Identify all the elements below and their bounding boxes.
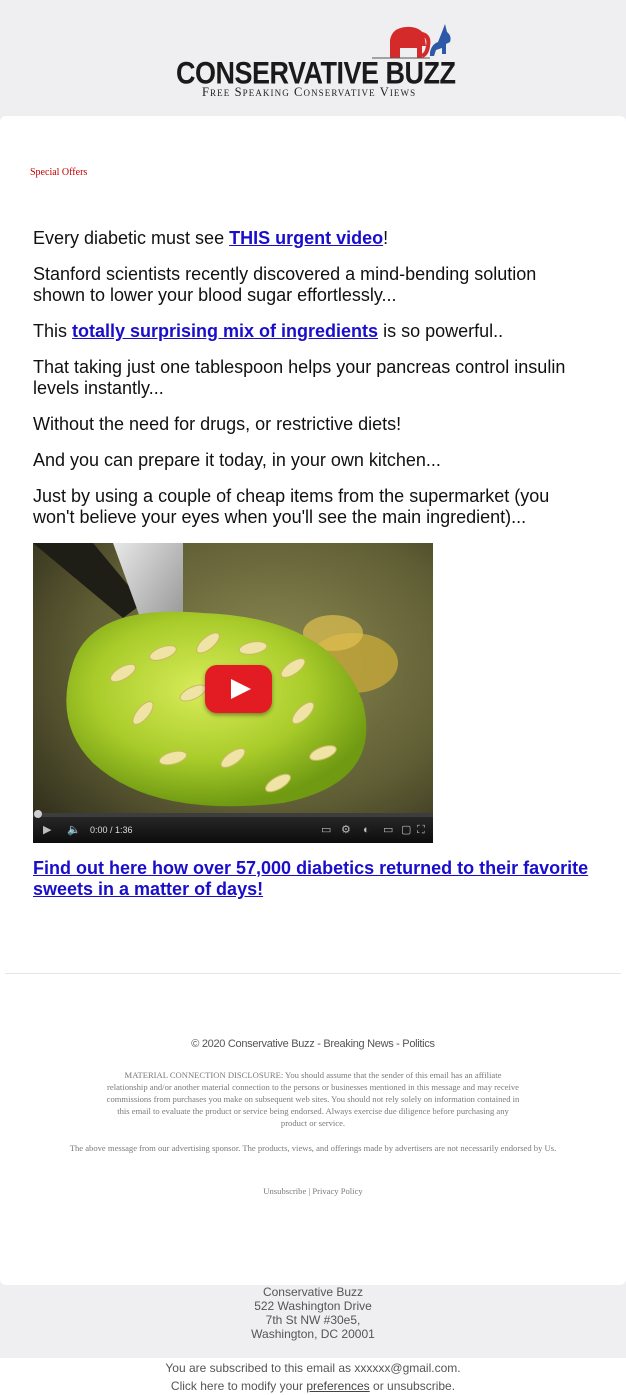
email-content: Every diabetic must see THIS urgent vide…	[33, 228, 593, 543]
annotations-icon[interactable]: ◐	[363, 823, 370, 837]
preferences-link[interactable]: preferences	[306, 1379, 369, 1393]
address-name: Conservative Buzz	[262, 1285, 364, 1299]
logo-tagline: Free Speaking Conservative Views	[202, 85, 417, 99]
address-line-3: Washington, DC 20001	[251, 1327, 375, 1341]
video-time: 0:00 / 1:36	[90, 825, 133, 835]
paragraph-7: Just by using a couple of cheap items fr…	[33, 486, 550, 527]
ingredients-link[interactable]: totally surprising mix of ingredients	[72, 321, 378, 341]
paragraph-5: Without the need for drugs, or restricti…	[33, 414, 402, 434]
copyright: © 2020 Conservative Buzz - Breaking News…	[191, 1038, 435, 1050]
link-separator: |	[308, 1186, 311, 1196]
email-header: CONSERVATIVE BUZZ Free Speaking Conserva…	[0, 0, 626, 116]
sponsor-text: The above message from our advertising s…	[69, 1143, 557, 1153]
video-controls: ▶ 🔈 0:00 / 1:36 ▭ ⚙ ◐ ▭ ▢ ⛶	[33, 810, 433, 843]
special-offers-label: Special Offers	[30, 167, 88, 178]
preferences-suffix: or unsubscribe.	[369, 1379, 456, 1393]
progress-bar[interactable]	[33, 810, 433, 818]
theater-icon[interactable]: ▢	[401, 823, 411, 837]
play-button[interactable]	[205, 665, 272, 713]
paragraph-4: That taking just one tablespoon helps yo…	[33, 357, 566, 398]
p3-text: This	[33, 321, 73, 341]
footer-links: Unsubscribe | Privacy Policy	[0, 1186, 626, 1196]
address-line-2: 7th St NW #30e5,	[265, 1313, 361, 1327]
miniplayer-icon[interactable]: ▭	[383, 823, 393, 837]
email-body-card: Special Offers Every diabetic must see T…	[0, 116, 626, 1285]
subscribed-notice: You are subscribed to this email as xxxx…	[165, 1361, 461, 1375]
p1-suffix: !	[383, 228, 389, 248]
subscription-bar: You are subscribed to this email as xxxx…	[0, 1358, 626, 1395]
disclosure-text: MATERIAL CONNECTION DISCLOSURE: You shou…	[106, 1070, 520, 1128]
cta-link[interactable]: Find out here how over 57,000 diabetics …	[33, 858, 603, 900]
paragraph-2: Stanford scientists recently discovered …	[33, 264, 537, 305]
preferences-prefix: Click here to modify your	[170, 1379, 307, 1393]
privacy-policy-link[interactable]: Privacy Policy	[312, 1186, 362, 1196]
urgent-video-link[interactable]: THIS urgent video	[229, 228, 383, 248]
unsubscribe-link[interactable]: Unsubscribe	[263, 1186, 306, 1196]
paragraph-6: And you can prepare it today, in your ow…	[33, 450, 441, 470]
paragraph-1: Every diabetic must see THIS urgent vide…	[33, 228, 593, 249]
captions-icon[interactable]: ▭	[321, 823, 331, 837]
paragraph-3: This totally surprising mix of ingredien…	[33, 321, 593, 342]
conservative-buzz-logo[interactable]: CONSERVATIVE BUZZ Free Speaking Conserva…	[176, 18, 456, 100]
divider	[5, 973, 621, 974]
address-line-1: 522 Washington Drive	[254, 1299, 372, 1313]
postal-address: Conservative Buzz 522 Washington Drive 7…	[0, 1285, 626, 1341]
play-icon[interactable]: ▶	[43, 823, 51, 837]
fullscreen-icon[interactable]: ⛶	[417, 823, 425, 837]
gear-icon[interactable]: ⚙	[341, 823, 351, 837]
p3-suffix: is so powerful..	[378, 321, 504, 341]
volume-icon[interactable]: 🔈	[67, 823, 81, 837]
p1-text: Every diabetic must see	[33, 228, 230, 248]
video-thumbnail[interactable]: ▶ 🔈 0:00 / 1:36 ▭ ⚙ ◐ ▭ ▢ ⛶	[33, 543, 433, 843]
preferences-notice: Click here to modify your preferences or…	[0, 1379, 626, 1393]
progress-handle[interactable]	[34, 810, 42, 818]
